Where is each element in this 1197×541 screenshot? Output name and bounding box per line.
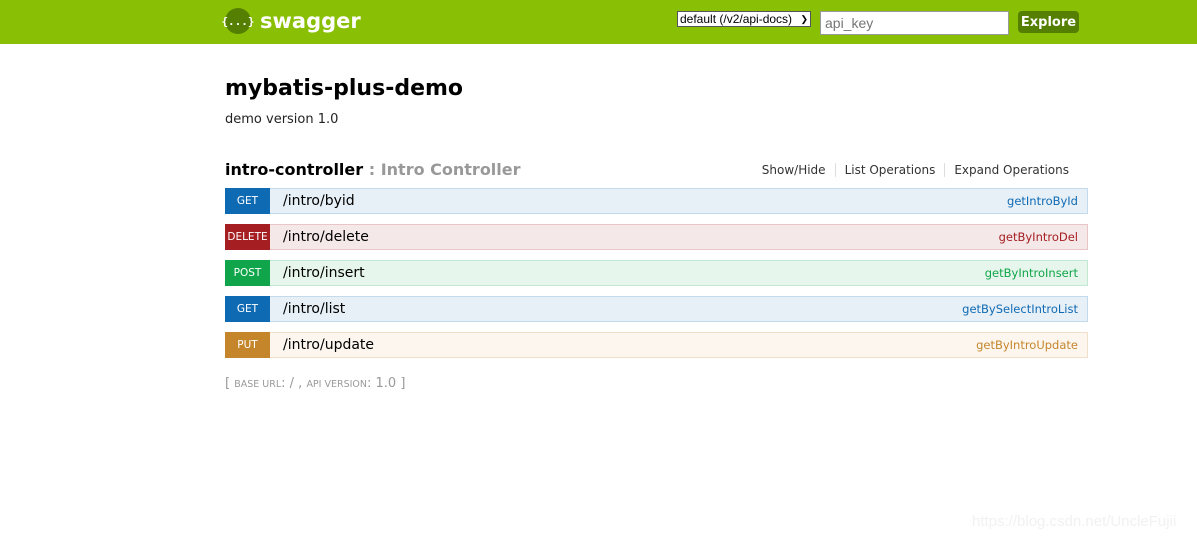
api-footer: [ base url: / , api version: 1.0 ] (225, 376, 405, 391)
operation-row[interactable]: POST /intro/insert getByIntroInsert (225, 260, 1088, 286)
swagger-logo[interactable]: {...} swagger (221, 8, 361, 34)
watermark: https://blog.csdn.net/UncleFujii (972, 513, 1177, 530)
top-bar: {...} swagger default (/v2/api-docs) ❯ E… (0, 0, 1197, 44)
operation-row[interactable]: PUT /intro/update getByIntroUpdate (225, 332, 1088, 358)
explore-button[interactable]: Explore (1018, 11, 1079, 33)
swagger-logo-text: swagger (260, 9, 361, 33)
api-version-value: : 1.0 ] (367, 376, 406, 391)
controller-heading: intro-controller : Intro Controller Show… (225, 160, 1088, 182)
controller-description: Intro Controller (380, 160, 521, 179)
controller-separator: : (363, 160, 381, 179)
swagger-logo-icon: {...} (221, 8, 255, 34)
http-method-badge[interactable]: POST (225, 260, 270, 286)
base-url-label: base url (234, 379, 282, 390)
http-method-badge[interactable]: DELETE (225, 224, 270, 250)
operation-row[interactable]: GET /intro/byid getIntroById (225, 188, 1088, 214)
list-operations-link[interactable]: List Operations (834, 163, 945, 177)
show-hide-link[interactable]: Show/Hide (753, 163, 835, 177)
operation-nickname[interactable]: getBySelectIntroList (962, 302, 1078, 316)
page-title: mybatis-plus-demo (225, 76, 464, 101)
version-line: demo version 1.0 (225, 112, 339, 127)
operation-nickname[interactable]: getByIntroUpdate (976, 338, 1078, 352)
api-key-input[interactable] (820, 11, 1009, 35)
operation-row[interactable]: DELETE /intro/delete getByIntroDel (225, 224, 1088, 250)
spec-select-value: default (/v2/api-docs) (680, 12, 793, 26)
controller-name-link[interactable]: intro-controller (225, 160, 363, 179)
footer-open: [ (225, 376, 235, 391)
operation-path[interactable]: /intro/delete (283, 229, 369, 245)
spec-select[interactable]: default (/v2/api-docs) ❯ (677, 11, 811, 27)
operation-path[interactable]: /intro/list (283, 301, 345, 317)
operation-path[interactable]: /intro/byid (283, 193, 355, 209)
operation-nickname[interactable]: getByIntroInsert (985, 266, 1078, 280)
controller-actions: Show/Hide List Operations Expand Operati… (753, 163, 1078, 177)
base-url-value: : / , (281, 376, 307, 391)
operations-list: GET /intro/byid getIntroById DELETE /int… (225, 188, 1088, 368)
api-version-label: api version (306, 379, 368, 390)
operation-path[interactable]: /intro/insert (283, 265, 365, 281)
operation-row[interactable]: GET /intro/list getBySelectIntroList (225, 296, 1088, 322)
http-method-badge[interactable]: PUT (225, 332, 270, 358)
expand-operations-link[interactable]: Expand Operations (944, 163, 1078, 177)
http-method-badge[interactable]: GET (225, 296, 270, 322)
chevron-down-icon: ❯ (800, 13, 808, 24)
operation-path[interactable]: /intro/update (283, 337, 374, 353)
operation-nickname[interactable]: getByIntroDel (999, 230, 1078, 244)
operation-nickname[interactable]: getIntroById (1007, 194, 1078, 208)
http-method-badge[interactable]: GET (225, 188, 270, 214)
